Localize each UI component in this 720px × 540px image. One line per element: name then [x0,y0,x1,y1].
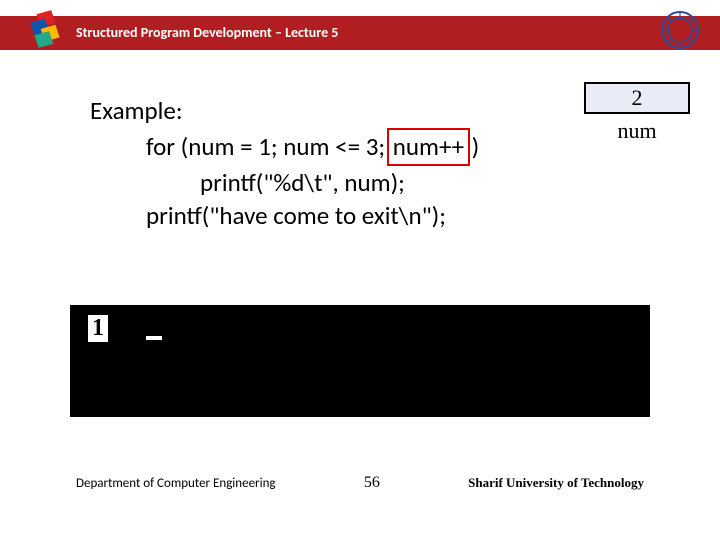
lecture-title: Structured Program Development – Lecture… [76,24,338,41]
code-example: Example: for (num = 1; num <= 3; num++ )… [90,94,479,233]
variable-value-box: 2 [584,82,690,114]
page-number: 56 [364,474,380,492]
header-bar: Structured Program Development – Lecture… [0,16,720,48]
university-seal-icon [660,10,700,50]
variable-value: 2 [632,85,643,111]
code-line-2: for (num = 1; num <= 3; num++ ) [146,128,479,166]
terminal-value-1: 1 [88,315,108,342]
header-underline [0,48,720,50]
university-label: Sharif University of Technology [468,475,644,491]
terminal-row: 1 [88,315,162,342]
terminal-output: 1 [70,305,650,417]
code-line-3: printf("%d\t", num); [200,166,479,200]
terminal-cursor [146,336,162,340]
puzzle-logo-icon [26,8,68,50]
code-line-4: printf("have come to exit\n"); [146,199,479,233]
code-line-1: Example: [90,94,479,128]
highlight-box: num++ [387,128,470,166]
department-label: Department of Computer Engineering [76,476,276,491]
footer: Department of Computer Engineering 56 Sh… [0,474,720,492]
variable-name-label: num [584,118,690,144]
